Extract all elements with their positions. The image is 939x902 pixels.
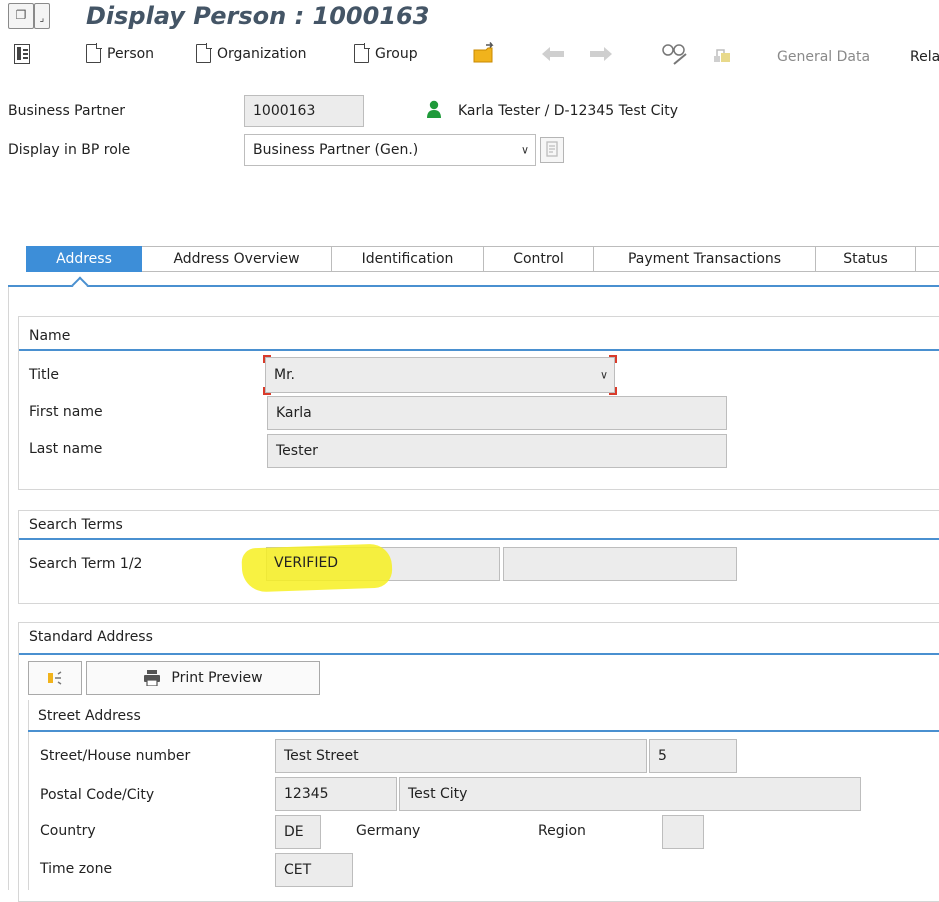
street-address-title: Street Address: [38, 708, 141, 724]
arrow-right-icon[interactable]: [590, 47, 612, 61]
group-title: Search Terms: [29, 517, 123, 533]
tab-address-overview[interactable]: Address Overview: [142, 246, 332, 272]
print-preview-label: Print Preview: [171, 670, 263, 686]
search-term-2-field[interactable]: [503, 547, 737, 581]
street-field[interactable]: Test Street: [275, 739, 647, 773]
required-corner-marker: [609, 355, 617, 363]
menu-icon[interactable]: ❐: [8, 3, 34, 29]
city-field[interactable]: Test City: [399, 777, 861, 811]
house-number-field[interactable]: 5: [649, 739, 737, 773]
tab-control[interactable]: Control: [484, 246, 594, 272]
title-label: Title: [29, 367, 60, 383]
business-partner-value: 1000163: [253, 103, 316, 119]
person-icon: [427, 100, 441, 118]
role-details-icon[interactable]: [540, 137, 564, 163]
menu-dropdown-icon[interactable]: ⌟: [34, 3, 50, 29]
postal-city-label: Postal Code/City: [40, 787, 155, 803]
document-icon: [196, 43, 212, 63]
bp-role-select[interactable]: Business Partner (Gen.) ∨: [244, 134, 536, 166]
arrow-left-icon[interactable]: [542, 47, 564, 61]
general-data-button[interactable]: General Data: [777, 49, 870, 65]
tab-label: Control: [513, 251, 564, 267]
active-tab-pointer: [71, 276, 89, 294]
printer-icon: [144, 670, 161, 686]
document-icon: [354, 43, 370, 63]
tab-payment-transactions[interactable]: Payment Transactions: [594, 246, 816, 272]
tab-address[interactable]: Address: [26, 246, 142, 272]
print-preview-button[interactable]: Print Preview: [86, 661, 320, 695]
name-group: Name Title Mr. ∨ First name Karla Last n…: [18, 316, 939, 490]
organization-button[interactable]: Organization: [196, 43, 307, 63]
tab-label: Identification: [361, 251, 454, 267]
required-corner-marker: [263, 387, 271, 395]
time-zone-value: CET: [284, 862, 312, 878]
tab-label: Address Overview: [173, 251, 300, 267]
country-label: Country: [40, 823, 96, 839]
tab-identification[interactable]: Identification: [332, 246, 484, 272]
postal-code-value: 12345: [284, 786, 329, 802]
chevron-down-icon: ∨: [599, 368, 608, 382]
group-title: Name: [29, 328, 71, 344]
tab-more[interactable]: [916, 246, 939, 272]
tab-strip-underline: [8, 285, 939, 287]
required-corner-marker: [609, 387, 617, 395]
switch-view-icon[interactable]: [14, 44, 30, 64]
country-name: Germany: [356, 823, 421, 839]
tab-status[interactable]: Status: [816, 246, 916, 272]
business-partner-description: Karla Tester / D-12345 Test City: [458, 103, 679, 119]
first-name-label: First name: [29, 404, 103, 420]
hierarchy-icon: [48, 671, 62, 685]
title-select[interactable]: Mr. ∨: [265, 357, 615, 393]
person-button-label: Person: [107, 45, 155, 62]
relationships-button[interactable]: Rela: [910, 49, 939, 65]
tab-label: Status: [843, 251, 888, 267]
region-label: Region: [538, 823, 586, 839]
time-zone-label: Time zone: [40, 861, 113, 877]
street-label: Street/House number: [40, 748, 191, 764]
group-button[interactable]: Group: [354, 43, 418, 63]
bp-role-value: Business Partner (Gen.): [253, 142, 419, 158]
tab-strip: Address Address Overview Identification …: [26, 246, 939, 272]
chevron-down-icon: ∨: [520, 143, 529, 157]
required-corner-marker: [263, 355, 271, 363]
last-name-value: Tester: [276, 443, 318, 459]
open-folder-icon[interactable]: [472, 42, 496, 64]
city-value: Test City: [408, 786, 468, 802]
display-change-icon[interactable]: [662, 42, 688, 66]
group-button-label: Group: [375, 45, 418, 62]
search-term-1-value: VERIFIED: [274, 555, 339, 571]
search-term-label: Search Term 1/2: [29, 556, 143, 572]
time-zone-field[interactable]: CET: [275, 853, 353, 887]
bp-role-label: Display in BP role: [8, 142, 131, 158]
business-partner-label: Business Partner: [8, 103, 126, 119]
content-left-border: [8, 287, 9, 890]
address-hierarchy-button[interactable]: [28, 661, 82, 695]
business-partner-field[interactable]: 1000163: [244, 95, 364, 127]
first-name-value: Karla: [276, 405, 312, 421]
region-field[interactable]: [662, 815, 704, 849]
document-icon: [86, 43, 102, 63]
organization-button-label: Organization: [217, 45, 307, 62]
person-button[interactable]: Person: [86, 43, 155, 63]
street-value: Test Street: [284, 748, 359, 764]
country-code-value: DE: [284, 824, 304, 840]
details-icon: [546, 141, 558, 157]
house-number-value: 5: [658, 748, 667, 764]
tab-label: Payment Transactions: [627, 251, 782, 267]
page-title: Display Person : 1000163: [86, 2, 430, 30]
tab-label: Address: [56, 251, 112, 267]
title-value: Mr.: [274, 367, 295, 383]
hierarchy-icon[interactable]: [712, 44, 732, 64]
last-name-field[interactable]: Tester: [267, 434, 727, 468]
group-divider: [19, 538, 939, 540]
postal-code-field[interactable]: 12345: [275, 777, 397, 811]
subgroup-divider: [28, 730, 939, 732]
group-divider: [19, 653, 939, 655]
last-name-label: Last name: [29, 441, 103, 457]
first-name-field[interactable]: Karla: [267, 396, 727, 430]
country-code-field[interactable]: DE: [275, 815, 321, 849]
group-title: Standard Address: [29, 629, 153, 645]
group-divider: [19, 349, 939, 351]
